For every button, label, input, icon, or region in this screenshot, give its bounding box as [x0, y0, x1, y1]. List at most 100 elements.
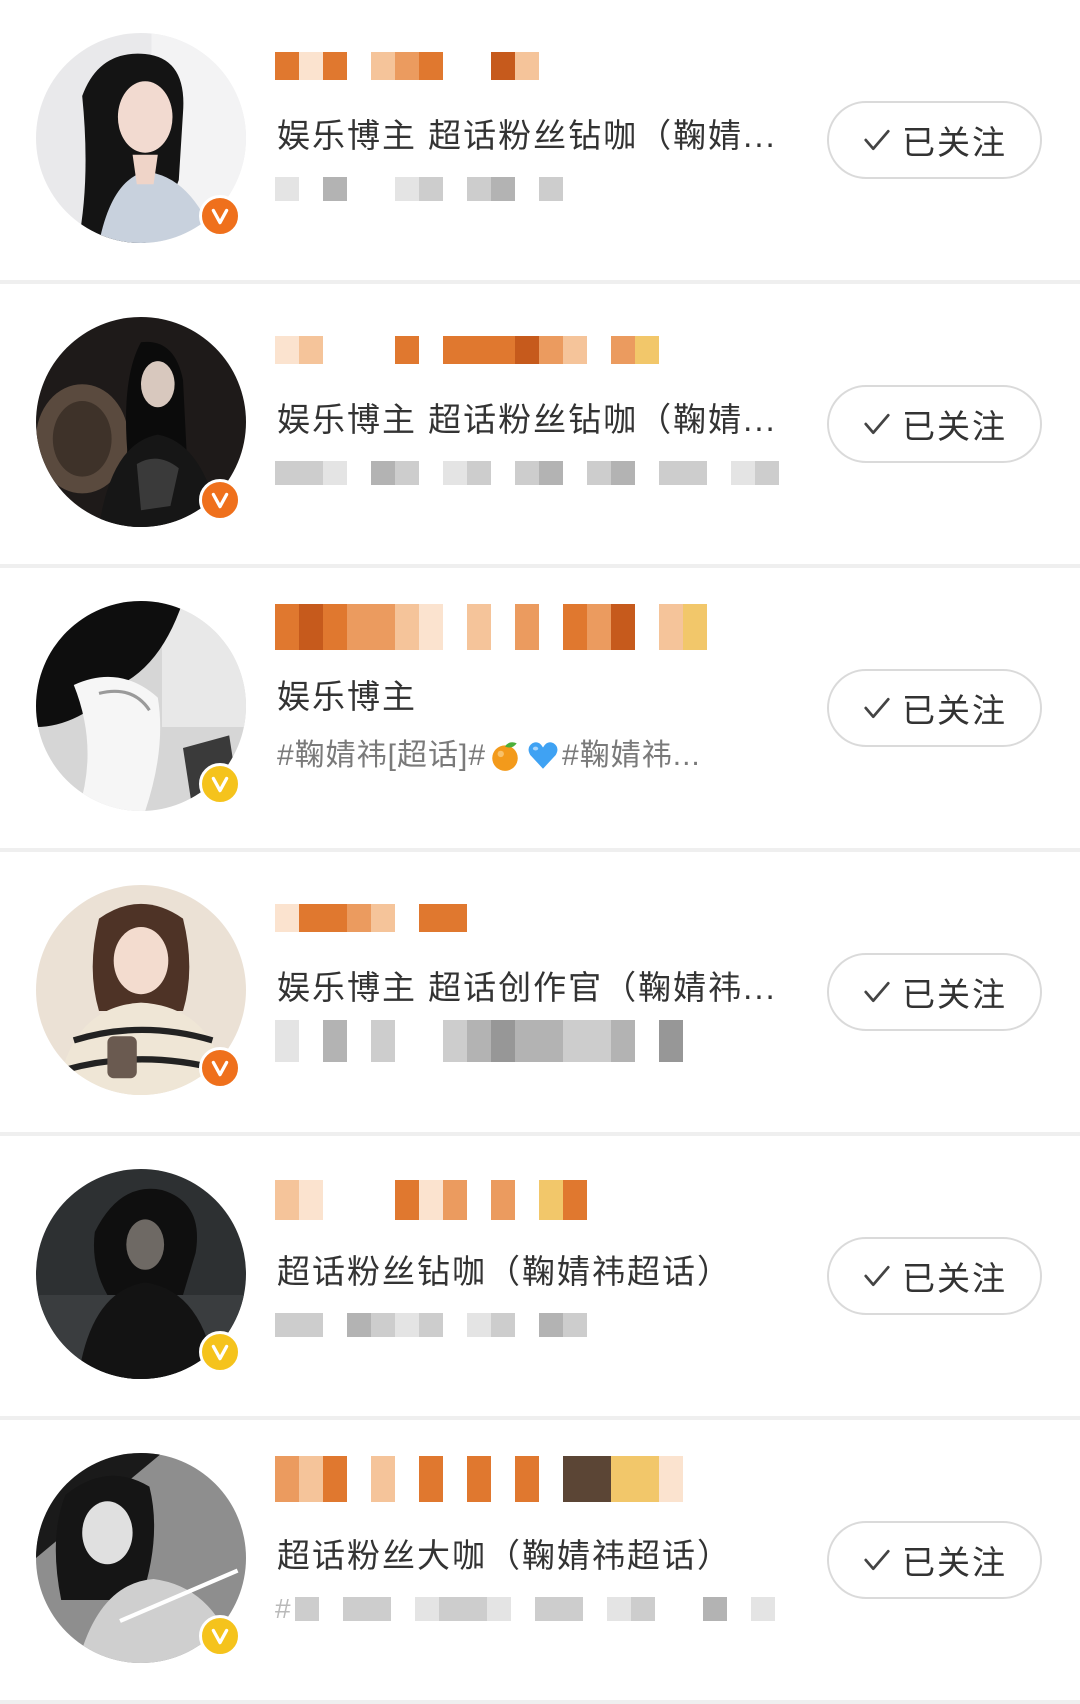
mosaic-block [395, 1456, 419, 1502]
blurred-user-info [275, 1020, 683, 1062]
follow-list-item[interactable]: 娱乐博主 超话创作官（鞠婧祎... 已关注 [0, 852, 1080, 1132]
mosaic-block [323, 1456, 347, 1502]
user-description: 娱乐博主 超话粉丝钻咖（鞠婧... [277, 401, 777, 438]
mosaic-block [655, 1597, 679, 1621]
mosaic-block [443, 1456, 467, 1502]
mosaic-block [587, 1020, 611, 1062]
follow-list-item[interactable]: 娱乐博主 超话粉丝钻咖（鞠婧... 已关注 [0, 0, 1080, 280]
checkmark-icon [862, 977, 892, 1007]
mosaic-block [438, 1597, 463, 1621]
mosaic-block [294, 1597, 319, 1621]
mosaic-block [587, 461, 611, 485]
mosaic-block [395, 336, 419, 364]
blurred-user-info [294, 1597, 775, 1621]
mosaic-block [491, 1456, 515, 1502]
mosaic-block [467, 461, 491, 485]
blurred-username[interactable] [275, 1180, 587, 1220]
mosaic-block [395, 1020, 419, 1062]
mosaic-block [467, 1456, 491, 1502]
blurred-username[interactable] [275, 52, 539, 80]
mosaic-block [515, 1180, 539, 1220]
following-button[interactable]: 已关注 [827, 101, 1042, 179]
mosaic-block [563, 1180, 587, 1220]
mosaic-block [563, 1313, 587, 1337]
following-button[interactable]: 已关注 [827, 1237, 1042, 1315]
tag-line-prefix: #鞠婧祎[超话]# [277, 739, 487, 772]
checkmark-icon [862, 125, 892, 155]
following-button[interactable]: 已关注 [827, 953, 1042, 1031]
mosaic-block [443, 1020, 467, 1062]
user-description: 娱乐博主 超话创作官（鞠婧祎... [277, 969, 777, 1006]
mosaic-block [635, 1020, 659, 1062]
mosaic-block [347, 1020, 371, 1062]
mosaic-block [347, 461, 371, 485]
mosaic-block [611, 1456, 635, 1502]
mosaic-block [491, 177, 515, 201]
following-button[interactable]: 已关注 [827, 669, 1042, 747]
mosaic-block [323, 461, 347, 485]
mosaic-block [323, 336, 347, 364]
following-list: 娱乐博主 超话粉丝钻咖（鞠婧... 已关注 娱乐博主 超话粉丝钻咖（鞠婧... … [0, 0, 1080, 1704]
mosaic-block [371, 904, 395, 932]
mosaic-block [275, 604, 299, 650]
mosaic-block [731, 461, 755, 485]
mosaic-block [563, 336, 587, 364]
mosaic-block [323, 1180, 347, 1220]
mosaic-block [323, 52, 347, 80]
mosaic-block [323, 1313, 347, 1337]
follow-list-item[interactable]: 超话粉丝钻咖（鞠婧祎超话） 已关注 [0, 1136, 1080, 1416]
mosaic-block [395, 177, 419, 201]
mosaic-block [275, 461, 299, 485]
mosaic-block [659, 1456, 683, 1502]
following-label: 已关注 [902, 124, 1007, 161]
mosaic-block [395, 604, 419, 650]
mosaic-block [299, 52, 323, 80]
mosaic-block [515, 1456, 539, 1502]
mosaic-block [299, 1456, 323, 1502]
mosaic-block [275, 177, 299, 201]
blurred-username[interactable] [275, 904, 467, 932]
mosaic-block [587, 336, 611, 364]
blurred-username[interactable] [275, 604, 707, 650]
blurred-user-info [275, 461, 779, 485]
mosaic-block [486, 1597, 511, 1621]
mosaic-block [467, 336, 491, 364]
blurred-user-info [275, 177, 563, 201]
following-button[interactable]: 已关注 [827, 1521, 1042, 1599]
mosaic-block [366, 1597, 391, 1621]
follow-list-item[interactable]: 超话粉丝大咖（鞠婧祎超话） # 已关注 [0, 1420, 1080, 1700]
mosaic-block [539, 604, 563, 650]
mosaic-block [539, 177, 563, 201]
mosaic-block [275, 904, 299, 932]
mosaic-block [371, 1456, 395, 1502]
mosaic-block [467, 1313, 491, 1337]
mosaic-block [347, 904, 371, 932]
mosaic-block [419, 52, 443, 80]
mosaic-block [515, 461, 539, 485]
mosaic-block [679, 1597, 703, 1621]
blurred-username[interactable] [275, 336, 659, 364]
mosaic-block [347, 604, 371, 650]
verified-badge-icon [199, 1047, 241, 1089]
mosaic-block [659, 604, 683, 650]
following-button[interactable]: 已关注 [827, 385, 1042, 463]
mosaic-block [323, 1020, 347, 1062]
mosaic-block [563, 604, 587, 650]
blurred-username[interactable] [275, 1456, 683, 1502]
mosaic-block [635, 336, 659, 364]
mosaic-block [395, 52, 419, 80]
mosaic-block [563, 1456, 587, 1502]
mosaic-block [342, 1597, 367, 1621]
mosaic-block [419, 604, 443, 650]
mosaic-block [443, 336, 467, 364]
mosaic-block [563, 1020, 587, 1062]
blurred-user-info [275, 1313, 587, 1337]
mosaic-block [299, 336, 323, 364]
mosaic-block [299, 1180, 323, 1220]
mosaic-block [299, 604, 323, 650]
mosaic-block [707, 461, 731, 485]
mosaic-block [371, 461, 395, 485]
verified-badge-icon [199, 195, 241, 237]
follow-list-item[interactable]: 娱乐博主 #鞠婧祎[超话]# #鞠婧祎... 已关注 [0, 568, 1080, 848]
follow-list-item[interactable]: 娱乐博主 超话粉丝钻咖（鞠婧... 已关注 [0, 284, 1080, 564]
